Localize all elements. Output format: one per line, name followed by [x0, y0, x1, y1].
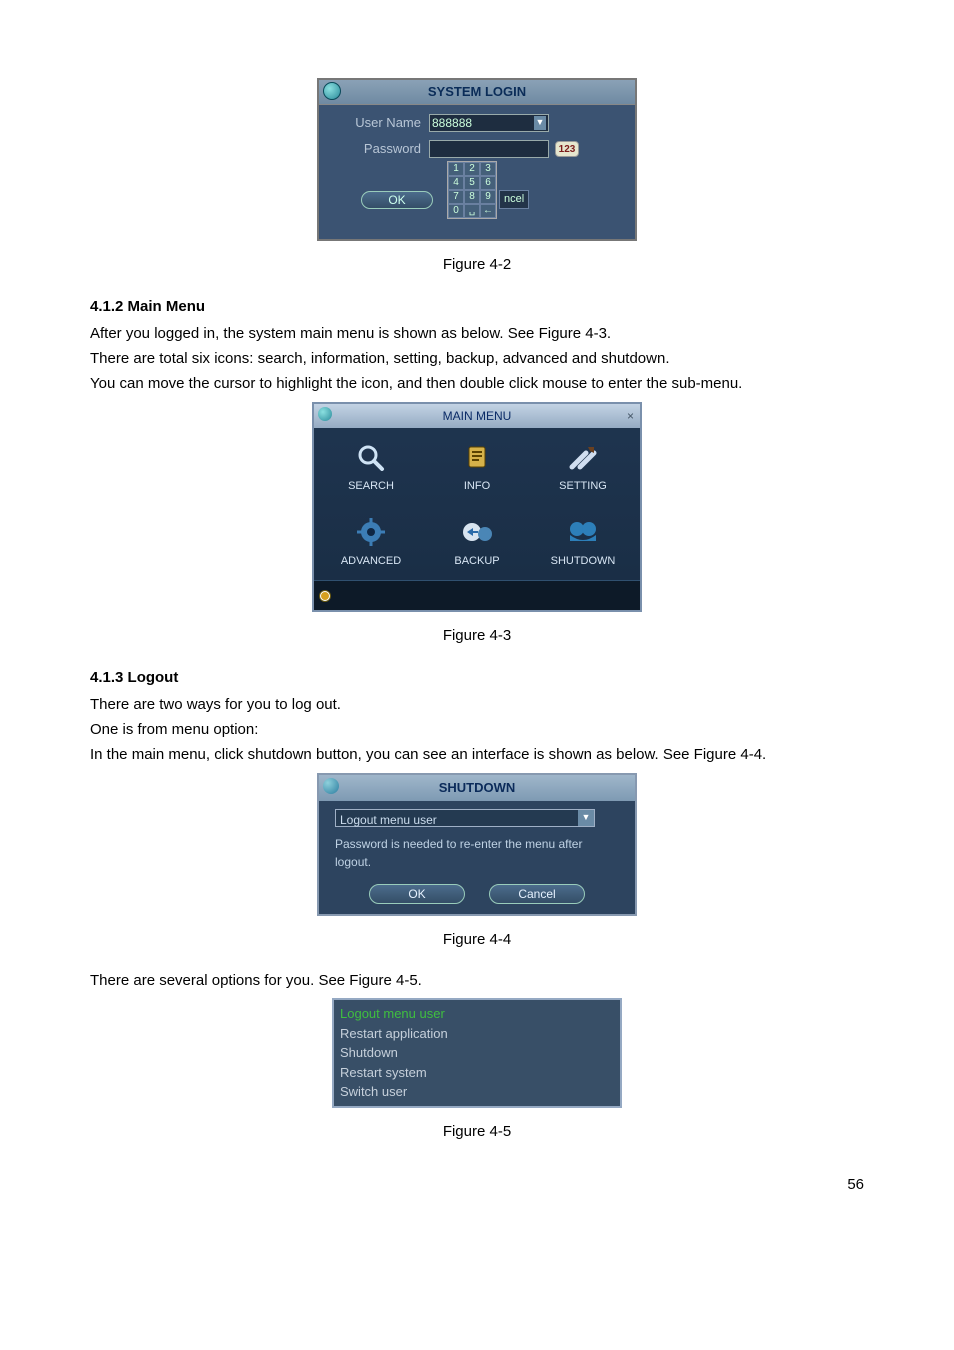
main-menu-dialog: MAIN MENU × SEARCH INFO SETTING: [312, 402, 642, 613]
section-heading: 4.1.2 Main Menu: [90, 295, 864, 318]
keypad-key[interactable]: ←: [480, 204, 496, 218]
keypad-key[interactable]: 3: [480, 162, 496, 176]
keypad-key[interactable]: 7: [448, 190, 464, 204]
password-label: Password: [329, 139, 429, 159]
menu-item-setting[interactable]: SETTING: [534, 442, 632, 495]
globe-icon: [318, 407, 332, 421]
menu-item-search[interactable]: SEARCH: [322, 442, 420, 495]
keypad-key[interactable]: 8: [464, 190, 480, 204]
menu-label: ADVANCED: [341, 553, 401, 570]
page-number: 56: [90, 1173, 864, 1196]
menu-label: BACKUP: [454, 553, 499, 570]
dialog-title-text: MAIN MENU: [443, 407, 512, 426]
body-text: There are two ways for you to log out.: [90, 693, 864, 716]
status-indicator-icon: [320, 591, 330, 601]
keypad-key[interactable]: ␣: [464, 204, 480, 218]
shutdown-icon: [323, 778, 339, 794]
username-dropdown[interactable]: 888888 ▼: [429, 114, 549, 132]
list-item[interactable]: Shutdown: [340, 1043, 614, 1063]
section-heading: 4.1.3 Logout: [90, 666, 864, 689]
menu-item-backup[interactable]: BACKUP: [428, 517, 526, 570]
shutdown-icon: [566, 517, 600, 547]
body-text: There are total six icons: search, infor…: [90, 347, 864, 370]
figure-caption: Figure 4-5: [90, 1120, 864, 1143]
keypad-key[interactable]: 6: [480, 176, 496, 190]
keypad-key[interactable]: 5: [464, 176, 480, 190]
dialog-note: Password is needed to re-enter the menu …: [329, 835, 625, 872]
ok-button[interactable]: OK: [361, 191, 433, 209]
setting-icon: [566, 442, 600, 472]
body-text: You can move the cursor to highlight the…: [90, 372, 864, 395]
body-text: One is from menu option:: [90, 718, 864, 741]
shutdown-option-dropdown[interactable]: Logout menu user ▼: [335, 809, 595, 827]
menu-item-shutdown[interactable]: SHUTDOWN: [534, 517, 632, 570]
globe-icon: [323, 82, 341, 100]
dropdown-selected-value: Logout menu user: [336, 810, 578, 826]
body-text: There are several options for you. See F…: [90, 969, 864, 992]
username-label: User Name: [329, 113, 429, 133]
body-text: After you logged in, the system main men…: [90, 322, 864, 345]
menu-label: INFO: [464, 478, 490, 495]
menu-label: SETTING: [559, 478, 607, 495]
backup-icon: [460, 517, 494, 547]
list-item[interactable]: Switch user: [340, 1082, 614, 1102]
shutdown-dialog: SHUTDOWN Logout menu user ▼ Password is …: [317, 773, 637, 916]
chevron-down-icon[interactable]: ▼: [534, 116, 546, 130]
keypad-key[interactable]: 9: [480, 190, 496, 204]
info-icon: [460, 442, 494, 472]
figure-caption: Figure 4-2: [90, 253, 864, 276]
dialog-title-text: SHUTDOWN: [439, 778, 516, 798]
shutdown-options-list[interactable]: Logout menu user Restart application Shu…: [332, 998, 622, 1108]
search-icon: [354, 442, 388, 472]
chevron-down-icon[interactable]: ▼: [578, 810, 594, 826]
list-item[interactable]: Restart application: [340, 1024, 614, 1044]
keypad-key[interactable]: 4: [448, 176, 464, 190]
numeric-keypad[interactable]: 1 2 3 4 5 6 7 8 9 0 ␣ ←: [447, 161, 497, 219]
advanced-icon: [354, 517, 388, 547]
dialog-title: SHUTDOWN: [319, 775, 635, 801]
keypad-key[interactable]: 2: [464, 162, 480, 176]
cancel-button-partial[interactable]: ncel: [499, 190, 529, 209]
menu-label: SHUTDOWN: [551, 553, 616, 570]
username-value: 888888: [432, 114, 472, 133]
dialog-title: MAIN MENU ×: [314, 404, 640, 429]
status-bar: [314, 580, 640, 610]
list-item[interactable]: Logout menu user: [340, 1004, 614, 1024]
system-login-dialog: SYSTEM LOGIN User Name 888888 ▼ Password…: [317, 78, 637, 241]
dialog-title: SYSTEM LOGIN: [319, 80, 635, 105]
ok-button[interactable]: OK: [369, 884, 465, 904]
menu-item-advanced[interactable]: ADVANCED: [322, 517, 420, 570]
figure-caption: Figure 4-3: [90, 624, 864, 647]
menu-label: SEARCH: [348, 478, 394, 495]
list-item[interactable]: Restart system: [340, 1063, 614, 1083]
menu-item-info[interactable]: INFO: [428, 442, 526, 495]
close-icon[interactable]: ×: [627, 407, 634, 426]
body-text: In the main menu, click shutdown button,…: [90, 743, 864, 766]
dialog-title-text: SYSTEM LOGIN: [428, 82, 526, 102]
figure-caption: Figure 4-4: [90, 928, 864, 951]
keypad-key[interactable]: 0: [448, 204, 464, 218]
input-mode-badge[interactable]: 123: [555, 141, 579, 157]
cancel-button[interactable]: Cancel: [489, 884, 585, 904]
keypad-key[interactable]: 1: [448, 162, 464, 176]
password-input[interactable]: [429, 140, 549, 158]
